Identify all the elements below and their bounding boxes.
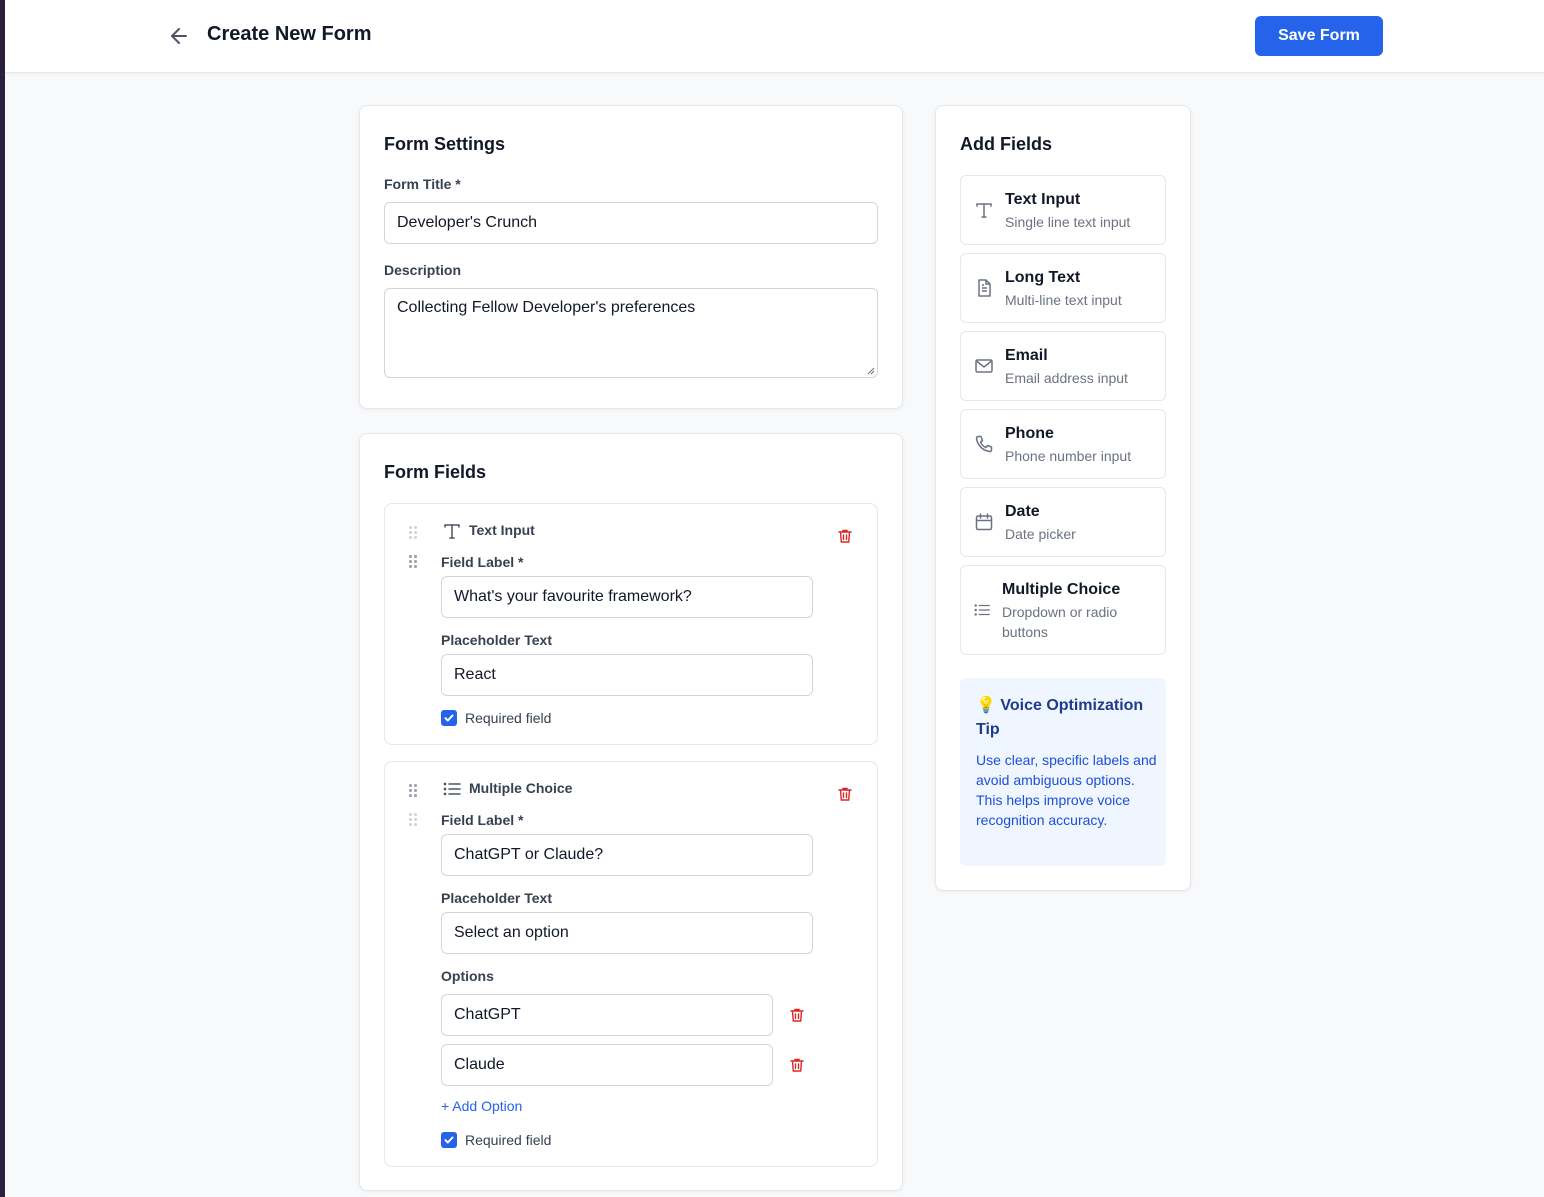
add-multiple-choice-button[interactable]: Multiple Choice Dropdown or radio button…	[960, 565, 1166, 655]
delete-field-trash-icon[interactable]	[837, 528, 853, 544]
form-fields-heading: Form Fields	[384, 462, 487, 482]
mail-icon	[974, 356, 994, 376]
tool-name: Long Text	[1005, 269, 1081, 286]
placeholder-caption: Placeholder Text	[441, 632, 553, 648]
options-caption: Options	[441, 968, 494, 984]
tool-name: Date	[1005, 503, 1040, 520]
tip-title: 💡 Voice Optimization Tip	[976, 697, 1144, 738]
phone-icon	[974, 434, 994, 454]
tool-name: Text Input	[1005, 191, 1081, 208]
tool-name: Email	[1005, 347, 1048, 364]
field-label-caption: Field Label *	[441, 812, 524, 828]
placeholder-value: Select an option	[454, 924, 569, 941]
field-type-label: Multiple Choice	[469, 780, 573, 796]
calendar-icon	[974, 512, 994, 532]
delete-field-trash-icon[interactable]	[837, 786, 853, 802]
field-label-input[interactable]: What's your favourite framework?	[441, 576, 813, 618]
tool-name: Multiple Choice	[1002, 581, 1121, 598]
option-value: Claude	[454, 1056, 505, 1073]
field-type-label: Text Input	[469, 522, 535, 538]
option-value: ChatGPT	[454, 1006, 521, 1023]
drag-handle-icon[interactable]	[409, 813, 419, 827]
list-icon	[973, 601, 993, 621]
list-icon	[442, 779, 462, 799]
drag-handle-icon[interactable]	[409, 555, 419, 569]
form-fields-card: Form Fields Text Input Field Label * Wha…	[359, 433, 903, 1191]
description-value: Collecting Fellow Developer's preference…	[397, 299, 696, 316]
form-title-input[interactable]: Developer's Crunch	[384, 202, 878, 244]
back-arrow-icon[interactable]	[167, 24, 191, 48]
form-title-label: Form Title *	[384, 176, 461, 192]
field-label-value: What's your favourite framework?	[454, 588, 692, 605]
required-checkbox[interactable]	[441, 710, 457, 726]
tool-desc: Phone number input	[1005, 448, 1132, 464]
add-phone-button[interactable]: Phone Phone number input	[960, 409, 1166, 479]
window-edge	[0, 0, 5, 1197]
tool-desc: Dropdown or radio buttons	[1002, 604, 1118, 640]
form-settings-card: Form Settings Form Title * Developer's C…	[359, 105, 903, 409]
tip-text: Use clear, specific labels and avoid amb…	[976, 752, 1157, 828]
add-long-text-button[interactable]: Long Text Multi-line text input	[960, 253, 1166, 323]
form-title-value: Developer's Crunch	[397, 214, 538, 231]
required-label: Required field	[465, 1132, 552, 1148]
placeholder-input[interactable]: Select an option	[441, 912, 813, 954]
option-input[interactable]: ChatGPT	[441, 994, 773, 1036]
placeholder-caption: Placeholder Text	[441, 890, 553, 906]
tool-desc: Date picker	[1005, 526, 1076, 542]
field-card: Text Input Field Label * What's your fav…	[384, 503, 878, 745]
save-form-button[interactable]: Save Form	[1255, 16, 1383, 56]
field-card: Multiple Choice Field Label * ChatGPT or…	[384, 761, 878, 1167]
tool-desc: Multi-line text input	[1005, 292, 1122, 308]
tool-desc: Single line text input	[1005, 214, 1131, 230]
top-bar: Create New Form Save Form	[5, 0, 1544, 73]
drag-handle-icon[interactable]	[409, 526, 419, 540]
placeholder-value: React	[454, 666, 496, 683]
placeholder-input[interactable]: React	[441, 654, 813, 696]
field-label-value: ChatGPT or Claude?	[454, 846, 604, 863]
delete-option-trash-icon[interactable]	[789, 1007, 805, 1023]
text-icon	[442, 521, 462, 541]
add-text-input-button[interactable]: Text Input Single line text input	[960, 175, 1166, 245]
document-icon	[974, 278, 994, 298]
required-checkbox[interactable]	[441, 1132, 457, 1148]
form-settings-heading: Form Settings	[384, 134, 506, 154]
description-textarea[interactable]: Collecting Fellow Developer's preference…	[384, 288, 878, 378]
drag-handle-icon[interactable]	[409, 784, 419, 798]
description-label: Description	[384, 262, 462, 278]
add-email-button[interactable]: Email Email address input	[960, 331, 1166, 401]
voice-tip-box: 💡 Voice Optimization Tip Use clear, spec…	[960, 678, 1166, 866]
tool-desc: Email address input	[1005, 370, 1128, 386]
add-fields-heading: Add Fields	[960, 134, 1053, 154]
page-title: Create New Form	[207, 23, 372, 45]
option-input[interactable]: Claude	[441, 1044, 773, 1086]
add-option-link[interactable]: + Add Option	[441, 1098, 522, 1114]
add-date-button[interactable]: Date Date picker	[960, 487, 1166, 557]
text-icon	[974, 200, 994, 220]
required-label: Required field	[465, 710, 552, 726]
resize-grip-icon[interactable]	[867, 367, 875, 375]
field-label-input[interactable]: ChatGPT or Claude?	[441, 834, 813, 876]
field-label-caption: Field Label *	[441, 554, 524, 570]
delete-option-trash-icon[interactable]	[789, 1057, 805, 1073]
add-fields-card: Add Fields Text Input Single line text i…	[935, 105, 1191, 891]
tool-name: Phone	[1005, 425, 1054, 442]
